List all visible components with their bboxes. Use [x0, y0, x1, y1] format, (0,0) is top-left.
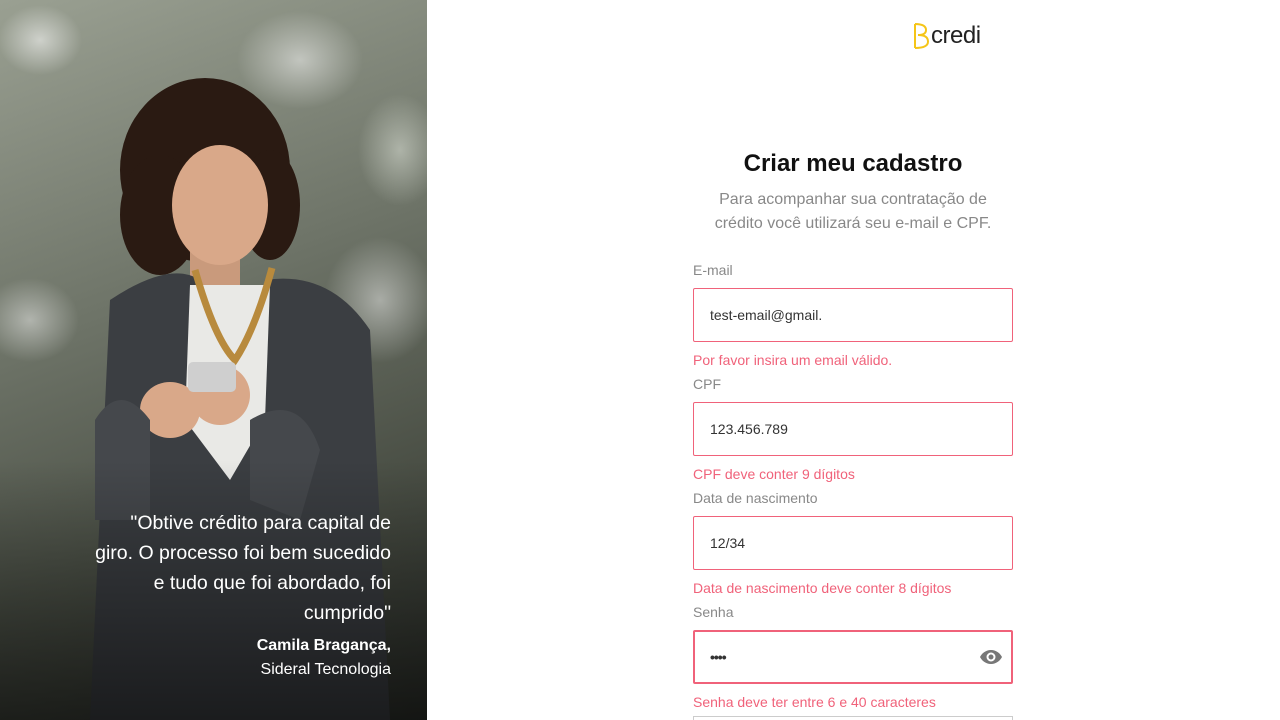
hero-panel: "Obtive crédito para capital de giro. O … [0, 0, 427, 720]
birthdate-field[interactable]: 12/34 [693, 516, 1013, 570]
email-value: test-email@gmail. [710, 307, 823, 323]
birthdate-label: Data de nascimento [693, 490, 818, 506]
cpf-field[interactable]: 123.456.789 [693, 402, 1013, 456]
email-label: E-mail [693, 262, 733, 278]
logo-mark-icon [914, 23, 930, 49]
page-title: Criar meu cadastro [743, 150, 963, 177]
next-field-partial[interactable] [693, 716, 1013, 720]
password-field[interactable]: •••• [693, 630, 1013, 684]
page-subtitle: Para acompanhar sua contratação de crédi… [714, 191, 992, 232]
cpf-error: CPF deve conter 9 dígitos [693, 466, 855, 482]
cpf-label: CPF [693, 376, 721, 392]
birthdate-error: Data de nascimento deve conter 8 dígitos [693, 580, 952, 596]
birthdate-value: 12/34 [710, 535, 746, 551]
logo-text: credi [931, 22, 981, 49]
password-error: Senha deve ter entre 6 e 40 caracteres [693, 694, 936, 710]
eye-icon[interactable] [979, 645, 1003, 669]
brand-logo: credi [912, 22, 981, 50]
email-error: Por favor insira um email válido. [693, 352, 893, 368]
cpf-value: 123.456.789 [710, 421, 788, 437]
testimonial-company: Sideral Tecnologia [260, 661, 391, 678]
email-field[interactable]: test-email@gmail. [693, 288, 1013, 342]
testimonial-author: Camila Bragança, [256, 637, 391, 654]
testimonial-quote: "Obtive crédito para capital de giro. O … [95, 512, 391, 624]
password-label: Senha [693, 604, 734, 620]
password-value: •••• [710, 649, 727, 665]
